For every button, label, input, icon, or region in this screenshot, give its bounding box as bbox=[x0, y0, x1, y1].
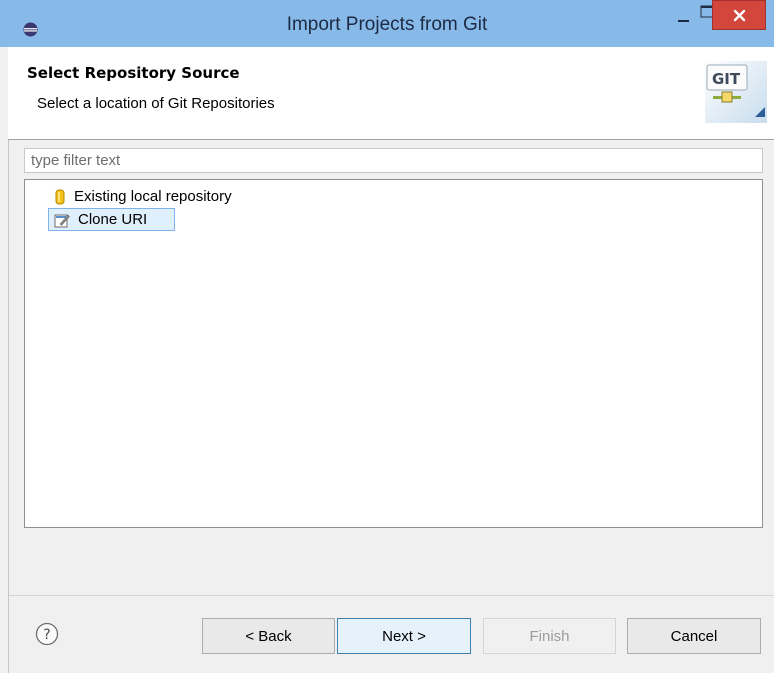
page-title: Select Repository Source bbox=[27, 64, 240, 82]
tree-item-clone-uri[interactable]: Clone URI bbox=[48, 208, 175, 231]
finish-button[interactable]: Finish bbox=[483, 618, 616, 654]
window-left-border-line bbox=[8, 47, 9, 673]
repository-icon bbox=[55, 189, 65, 204]
wizard-banner: Select Repository Source Select a locati… bbox=[8, 47, 774, 140]
close-button[interactable] bbox=[712, 0, 766, 30]
window-left-border bbox=[0, 47, 8, 673]
tree-item-label: Clone URI bbox=[78, 211, 148, 228]
import-projects-dialog: Import Projects from Git Select Reposito… bbox=[0, 0, 774, 673]
tree-item-existing-local-repository[interactable]: Existing local repository bbox=[54, 185, 232, 208]
page-description: Select a location of Git Repositories bbox=[37, 95, 275, 112]
clone-uri-icon bbox=[54, 214, 70, 227]
help-icon[interactable]: ? bbox=[35, 622, 59, 646]
git-icon-text: GIT bbox=[712, 70, 741, 88]
tree-item-label: Existing local repository bbox=[74, 188, 232, 205]
footer-separator bbox=[8, 595, 774, 596]
minimize-icon bbox=[678, 20, 689, 22]
repository-source-tree[interactable]: Existing local repository Clone URI bbox=[24, 179, 763, 528]
git-icon: GIT bbox=[705, 61, 767, 123]
close-icon bbox=[733, 9, 746, 22]
cancel-button[interactable]: Cancel bbox=[627, 618, 761, 654]
title-bar[interactable]: Import Projects from Git bbox=[0, 0, 774, 47]
minimize-button[interactable] bbox=[670, 0, 697, 33]
filter-input[interactable] bbox=[24, 148, 763, 173]
svg-text:?: ? bbox=[43, 627, 50, 643]
window-title: Import Projects from Git bbox=[286, 14, 488, 35]
back-button[interactable]: < Back bbox=[202, 618, 335, 654]
next-button[interactable]: Next > bbox=[337, 618, 471, 654]
